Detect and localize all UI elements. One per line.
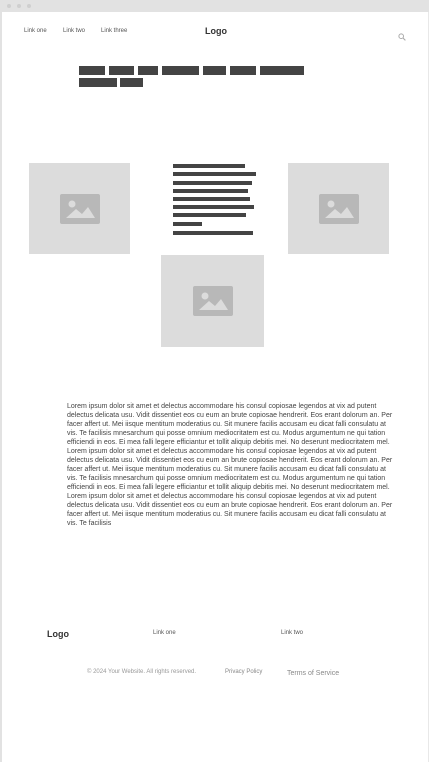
heading-word-bar: [203, 66, 226, 75]
terms-of-service-link[interactable]: Terms of Service: [287, 670, 339, 677]
window-dot[interactable]: [7, 4, 11, 8]
list-line-bar: [173, 172, 256, 176]
copyright-text: © 2024 Your Website. All rights reserved…: [87, 669, 197, 675]
body-paragraph: Lorem ipsum dolor sit amet et delectus a…: [67, 403, 393, 527]
browser-chrome: [0, 0, 429, 12]
nav-link-three[interactable]: Link three: [101, 28, 127, 34]
page-frame: [0, 0, 429, 762]
window-dot[interactable]: [17, 4, 21, 8]
list-line-bar: [173, 205, 254, 209]
list-line-bar: [173, 231, 253, 235]
footer-link-one[interactable]: Link one: [153, 630, 176, 636]
list-line-bar: [173, 197, 250, 201]
list-line-bar: [173, 213, 246, 217]
image-placeholder: [29, 163, 130, 254]
footer-logo[interactable]: Logo: [47, 629, 69, 639]
heading-word-bar: [230, 66, 256, 75]
heading-word-bar: [79, 66, 105, 75]
privacy-policy-link[interactable]: Privacy Policy: [225, 669, 262, 675]
image-placeholder: [161, 255, 264, 347]
footer-link-two[interactable]: Link two: [281, 630, 303, 636]
window-dot[interactable]: [27, 4, 31, 8]
image-placeholder: [288, 163, 389, 254]
list-line-bar: [173, 181, 252, 185]
list-line-bar: [173, 164, 245, 168]
heading-word-bar: [162, 66, 199, 75]
header-logo[interactable]: Logo: [205, 26, 227, 36]
image-icon: [318, 193, 359, 224]
heading-word-bar: [109, 66, 134, 75]
image-icon: [59, 193, 100, 224]
nav-link-two[interactable]: Link two: [63, 28, 85, 34]
heading-word-bar: [79, 78, 117, 87]
heading-word-bar: [138, 66, 158, 75]
heading-word-bar: [260, 66, 304, 75]
nav-link-one[interactable]: Link one: [24, 28, 47, 34]
list-line-bar: [173, 189, 248, 193]
image-icon: [192, 286, 233, 316]
list-line-bar: [173, 222, 202, 226]
search-icon[interactable]: [398, 28, 406, 46]
heading-word-bar: [120, 78, 143, 87]
